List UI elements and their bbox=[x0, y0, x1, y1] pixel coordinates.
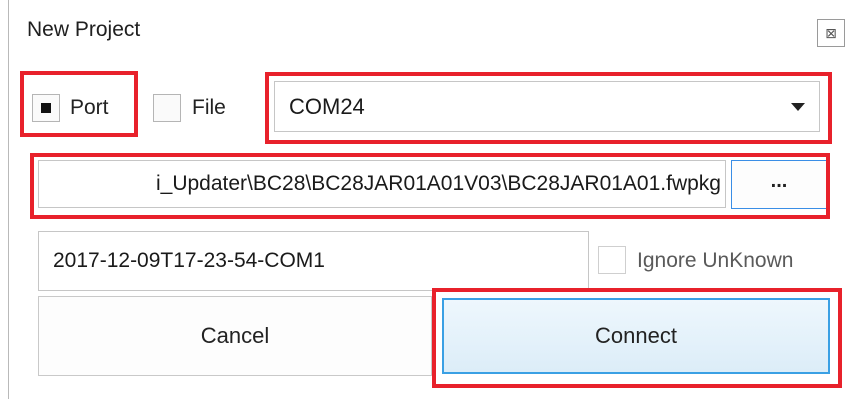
close-icon: ⊠ bbox=[825, 24, 837, 41]
port-select[interactable]: COM24 bbox=[274, 81, 820, 132]
cancel-button[interactable]: Cancel bbox=[38, 296, 432, 376]
port-select-value: COM24 bbox=[289, 94, 365, 119]
port-label[interactable]: Port bbox=[70, 96, 109, 120]
ignore-unknown-label[interactable]: Ignore UnKnown bbox=[637, 249, 793, 273]
file-label[interactable]: File bbox=[192, 96, 226, 120]
browse-button[interactable]: ... bbox=[731, 160, 827, 209]
log-name-field[interactable]: 2017-12-09T17-23-54-COM1 bbox=[38, 231, 589, 291]
firmware-path-value: i_Updater\BC28\BC28JAR01A01V03\BC28JAR01… bbox=[155, 172, 721, 195]
log-name-value: 2017-12-09T17-23-54-COM1 bbox=[53, 249, 325, 272]
firmware-path-field[interactable]: i_Updater\BC28\BC28JAR01A01V03\BC28JAR01… bbox=[38, 160, 726, 208]
connect-button[interactable]: Connect bbox=[442, 298, 830, 374]
ignore-unknown-checkbox[interactable] bbox=[598, 246, 626, 274]
port-checkbox[interactable] bbox=[32, 94, 60, 122]
dialog-title: New Project bbox=[27, 18, 141, 41]
chevron-down-icon bbox=[791, 103, 805, 111]
file-checkbox[interactable] bbox=[153, 94, 181, 122]
close-button[interactable]: ⊠ bbox=[817, 19, 845, 47]
checkbox-check-mark bbox=[41, 103, 51, 113]
